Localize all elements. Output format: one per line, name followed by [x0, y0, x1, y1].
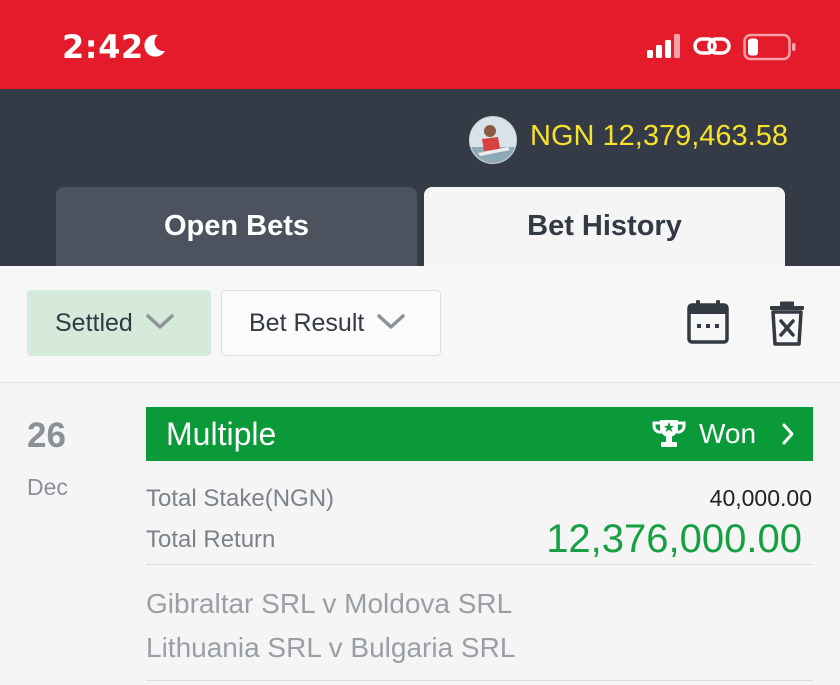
- status-bar: 2:42: [0, 0, 840, 89]
- tab-label: Open Bets: [163, 210, 310, 242]
- delete-icon[interactable]: [768, 300, 806, 351]
- status-filter-dropdown[interactable]: Settled: [27, 290, 211, 356]
- total-stake-value: 40,000.00: [709, 485, 812, 511]
- signal-icon: [645, 33, 685, 64]
- moon-icon: [140, 32, 168, 65]
- match-name: Gibraltar SRL v Moldova SRL: [146, 588, 513, 619]
- tab-label: Bet History: [527, 210, 682, 242]
- status-filter-label: Settled: [55, 308, 133, 337]
- bet-header[interactable]: Multiple Won: [146, 407, 813, 461]
- account-balance: NGN 12,379,463.58: [530, 120, 788, 152]
- result-filter-dropdown[interactable]: Bet Result: [221, 290, 441, 356]
- tab-bet-history[interactable]: Bet History: [424, 187, 785, 266]
- chevron-right-icon: [780, 422, 796, 451]
- bet-date-day: 26: [27, 416, 66, 455]
- clock: 2:42: [62, 28, 144, 66]
- divider: [146, 564, 813, 565]
- trophy-icon: [651, 418, 687, 455]
- chevron-down-icon: [376, 309, 406, 338]
- total-stake-label: Total Stake(NGN): [146, 485, 335, 512]
- bet-type: Multiple: [166, 416, 277, 452]
- avatar[interactable]: [469, 116, 517, 164]
- bet-result-status: Won: [699, 418, 757, 449]
- bet-date-month: Dec: [27, 474, 68, 500]
- result-filter-label: Bet Result: [249, 308, 365, 337]
- calendar-icon[interactable]: [686, 298, 730, 351]
- total-return-value: 12,376,000.00: [546, 517, 802, 561]
- divider: [146, 680, 813, 681]
- match-name: Lithuania SRL v Bulgaria SRL: [146, 632, 516, 663]
- link-icon: [693, 33, 733, 64]
- battery-icon: [743, 33, 797, 66]
- tab-open-bets[interactable]: Open Bets: [56, 187, 417, 266]
- account-header: NGN 12,379,463.58 Open Bets Bet History: [0, 89, 840, 266]
- total-return-label: Total Return: [146, 526, 276, 553]
- chevron-down-icon: [145, 309, 175, 338]
